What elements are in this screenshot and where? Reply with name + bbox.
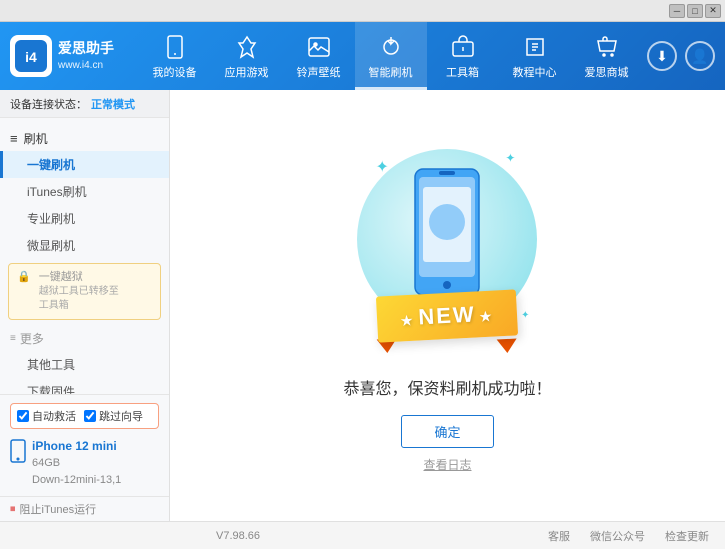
logo-icon: i4 (10, 35, 52, 77)
sparkle-right-top: ✦ (505, 151, 515, 165)
status-bar: 设备连接状态： 正常模式 (0, 90, 169, 118)
new-badge: ★NEW★ (376, 289, 518, 342)
sidebar-item-download-firmware[interactable]: 下载固件 (0, 378, 169, 394)
device-details: iPhone 12 mini 64GB Down-12mini-13,1 (32, 437, 121, 488)
sidebar-notice: 🔒 一键越狱 越狱工具已转移至工具箱 (8, 263, 161, 320)
confirm-button[interactable]: 确定 (401, 415, 493, 448)
device-phone-icon (10, 439, 26, 468)
skip-wizard-checkbox[interactable]: 跳过向导 (84, 408, 143, 424)
sidebar: 设备连接状态： 正常模式 ≡ 刷机 一键刷机 iTunes刷机 专业刷机 (0, 90, 170, 521)
footer-link-support[interactable]: 客服 (548, 528, 570, 544)
logo[interactable]: i4 爱思助手 www.i4.cn (10, 35, 114, 77)
header-actions: ⬇ 👤 (647, 41, 715, 71)
sidebar-footer: ⏹ 阻止iTunes运行 (0, 496, 169, 521)
sidebar-item-other-tools[interactable]: 其他工具 (0, 351, 169, 378)
sidebar-item-itunes-flash[interactable]: iTunes刷机 (0, 178, 169, 205)
footer-link-update[interactable]: 检查更新 (665, 528, 709, 544)
nav-toolbox[interactable]: 工具箱 (427, 22, 499, 90)
success-title: 恭喜您，保资料刷机成功啦！ (343, 375, 551, 399)
success-illustration: ✦ ✦ ✦ ★NEW★ (343, 139, 551, 473)
header: i4 爱思助手 www.i4.cn 我的设备 应用游戏 铃声壁纸 (0, 22, 725, 90)
apps-icon (233, 33, 261, 61)
close-button[interactable]: ✕ (705, 4, 721, 18)
nav-my-device[interactable]: 我的设备 (139, 22, 211, 90)
nav-store[interactable]: 爱思商城 (571, 22, 643, 90)
main-content: ✦ ✦ ✦ ★NEW★ (170, 90, 725, 521)
store-icon (593, 33, 621, 61)
nav-bar: 我的设备 应用游戏 铃声壁纸 智能刷机 工具箱 (134, 22, 647, 90)
phone-icon (161, 33, 189, 61)
nav-wallpaper[interactable]: 铃声壁纸 (283, 22, 355, 90)
stop-icon: ⏹ (10, 503, 16, 516)
maximize-button[interactable]: □ (687, 4, 703, 18)
wallpaper-icon (305, 33, 333, 61)
profile-button[interactable]: 👤 (685, 41, 715, 71)
sidebar-item-pro-flash[interactable]: 专业刷机 (0, 205, 169, 232)
auto-rescue-checkbox[interactable]: 自动救活 (17, 408, 76, 424)
sidebar-content: ≡ 刷机 一键刷机 iTunes刷机 专业刷机 微显刷机 (0, 118, 169, 394)
nav-tutorial[interactable]: 教程中心 (499, 22, 571, 90)
secondary-link[interactable]: 查看日志 (423, 456, 471, 473)
flash-section-icon: ≡ (10, 131, 18, 146)
more-icon: ≡ (10, 333, 16, 344)
main-layout: 设备连接状态： 正常模式 ≡ 刷机 一键刷机 iTunes刷机 专业刷机 (0, 90, 725, 521)
smart-flash-icon (377, 33, 405, 61)
tutorial-icon (521, 33, 549, 61)
logo-text: 爱思助手 www.i4.cn (58, 39, 114, 73)
minimize-button[interactable]: ─ (669, 4, 685, 18)
footer-link-wechat[interactable]: 微信公众号 (590, 528, 645, 544)
device-checkboxes: 自动救活 跳过向导 (10, 403, 159, 429)
sidebar-bottom: 自动救活 跳过向导 iPhone 12 mini 64GB Down-12min… (0, 394, 169, 496)
title-bar: ─ □ ✕ (0, 0, 725, 22)
version-label: V7.98.66 (216, 530, 260, 542)
toolbox-icon (449, 33, 477, 61)
sidebar-item-wipe-flash[interactable]: 微显刷机 (0, 232, 169, 259)
sparkle-left: ✦ (375, 157, 388, 177)
more-section-header[interactable]: ≡ 更多 (0, 326, 169, 351)
svg-text:i4: i4 (25, 49, 37, 65)
sidebar-item-one-click-flash[interactable]: 一键刷机 (0, 151, 169, 178)
device-info: iPhone 12 mini 64GB Down-12mini-13,1 (10, 437, 159, 488)
download-button[interactable]: ⬇ (647, 41, 677, 71)
sidebar-section-flash: ≡ 刷机 一键刷机 iTunes刷机 专业刷机 微显刷机 (0, 126, 169, 259)
notice-icon: 🔒 (17, 270, 31, 283)
footer-bar: V7.98.66 客服 微信公众号 检查更新 (0, 521, 725, 549)
nav-smart-flash[interactable]: 智能刷机 (355, 22, 427, 90)
illustration-container: ✦ ✦ ✦ ★NEW★ (347, 139, 547, 359)
phone-illustration (411, 167, 483, 297)
sparkle-right-bottom: ✦ (521, 310, 529, 321)
section-header-flash[interactable]: ≡ 刷机 (0, 126, 169, 151)
nav-apps-games[interactable]: 应用游戏 (211, 22, 283, 90)
